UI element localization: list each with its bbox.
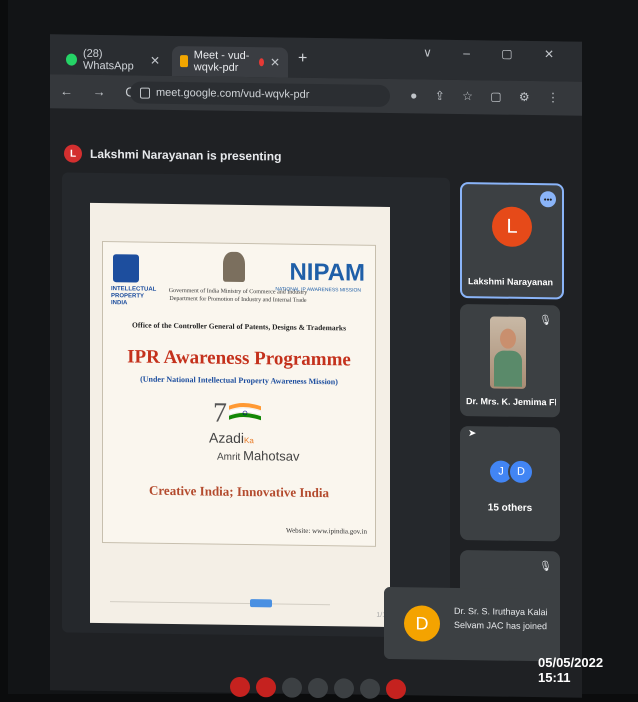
slide-title: IPR Awareness Programme	[127, 346, 351, 371]
monitor-photo: (28) WhatsApp ✕ Meet - vud-wqvk-pdr ✕ + …	[8, 0, 638, 700]
ip-india-text: INTELLECTUAL PROPERTY INDIA	[111, 286, 157, 307]
participant-video	[490, 316, 526, 389]
raise-hand-button[interactable]	[308, 677, 328, 699]
slide: INTELLECTUAL PROPERTY INDIA Government o…	[102, 241, 376, 547]
slide-subtitle: (Under National Intellectual Property Aw…	[140, 374, 338, 387]
presentation-stage: INTELLECTUAL PROPERTY INDIA Government o…	[62, 172, 450, 638]
participant-tile-camera[interactable]: 🎙 Dr. Mrs. K. Jemima Flore...	[460, 304, 560, 418]
url-text: meet.google.com/vud-wqvk-pdr	[156, 86, 310, 101]
meet-icon	[180, 55, 188, 68]
ip-india-logo	[113, 254, 139, 283]
new-tab-button[interactable]: +	[298, 50, 307, 68]
lock-icon	[140, 87, 150, 99]
slide-nav-button[interactable]	[250, 599, 272, 608]
participant-avatar: D	[508, 458, 534, 486]
address-bar-icons[interactable]: ● ⇪ ☆ ▢ ⚙ ⋮	[410, 88, 566, 104]
url-field[interactable]: meet.google.com/vud-wqvk-pdr	[130, 81, 390, 108]
close-icon[interactable]: ✕	[150, 54, 160, 68]
captions-button[interactable]	[282, 677, 302, 698]
participant-name: Dr. Mrs. K. Jemima Flore...	[466, 396, 556, 408]
window-controls[interactable]: ∨ – ▢ ✕	[423, 45, 568, 61]
national-emblem-icon	[223, 251, 245, 283]
slide-website: Website: www.ipindia.gov.in	[286, 526, 367, 536]
mic-off-icon: 🎙	[539, 561, 552, 573]
tab-meet[interactable]: Meet - vud-wqvk-pdr ✕	[172, 45, 288, 78]
meeting-controls	[230, 676, 412, 700]
browser-window: (28) WhatsApp ✕ Meet - vud-wqvk-pdr ✕ + …	[50, 34, 582, 700]
others-count: 15 others	[487, 502, 533, 515]
tab-label: (28) WhatsApp	[82, 47, 134, 73]
mic-off-icon: 🎙	[539, 315, 552, 327]
more-options-icon[interactable]: •••	[540, 191, 556, 208]
azadi-75-logo-icon: 7	[213, 398, 262, 429]
photo-timestamp: 05/05/2022 15:11	[538, 655, 604, 685]
tab-whatsapp[interactable]: (28) WhatsApp ✕	[58, 44, 168, 76]
azadi-text: AzadiKa	[209, 429, 254, 446]
tab-label: Meet - vud-wqvk-pdr	[193, 49, 250, 74]
slide-area: INTELLECTUAL PROPERTY INDIA Government o…	[90, 202, 390, 628]
mouse-cursor-icon: ➤	[468, 428, 477, 440]
slide-controls	[110, 595, 370, 611]
mic-button[interactable]	[230, 676, 250, 698]
present-button[interactable]	[334, 678, 354, 699]
join-message: Dr. Sr. S. Iruthaya Kalai Selvam JAC has…	[454, 605, 548, 632]
amrit-mahotsav-text: Amrit Mahotsav	[217, 447, 300, 464]
presenter-avatar: L	[64, 144, 82, 163]
more-button[interactable]	[360, 678, 380, 699]
close-icon[interactable]: ✕	[270, 55, 280, 69]
participant-tile-others[interactable]: J D 15 others	[460, 426, 560, 542]
svg-text:7: 7	[213, 398, 227, 429]
slide-tagline: Creative India; Innovative India	[149, 482, 329, 501]
presenting-banner: L Lakshmi Narayanan is presenting	[64, 144, 281, 165]
slide-progress-bar	[110, 601, 330, 606]
recording-icon	[258, 58, 264, 67]
address-bar: ← → C meet.google.com/vud-wqvk-pdr ● ⇪ ☆…	[50, 74, 582, 116]
nipam-logo: NIPAM	[289, 258, 365, 287]
presenting-text: Lakshmi Narayanan is presenting	[90, 146, 282, 164]
nipam-subtitle: NATIONAL IP AWARENESS MISSION	[275, 286, 361, 294]
office-text: Office of the Controller General of Pate…	[132, 320, 346, 333]
leave-call-button[interactable]	[386, 678, 406, 700]
participant-avatar: L	[492, 206, 532, 248]
camera-button[interactable]	[256, 677, 276, 698]
participant-name: Lakshmi Narayanan	[468, 276, 554, 288]
joiner-avatar: D	[404, 605, 440, 642]
participant-tile-presenter[interactable]: L ••• Lakshmi Narayanan	[460, 182, 564, 300]
whatsapp-icon	[66, 53, 77, 66]
join-notification: D Dr. Sr. S. Iruthaya Kalai Selvam JAC h…	[384, 586, 560, 662]
